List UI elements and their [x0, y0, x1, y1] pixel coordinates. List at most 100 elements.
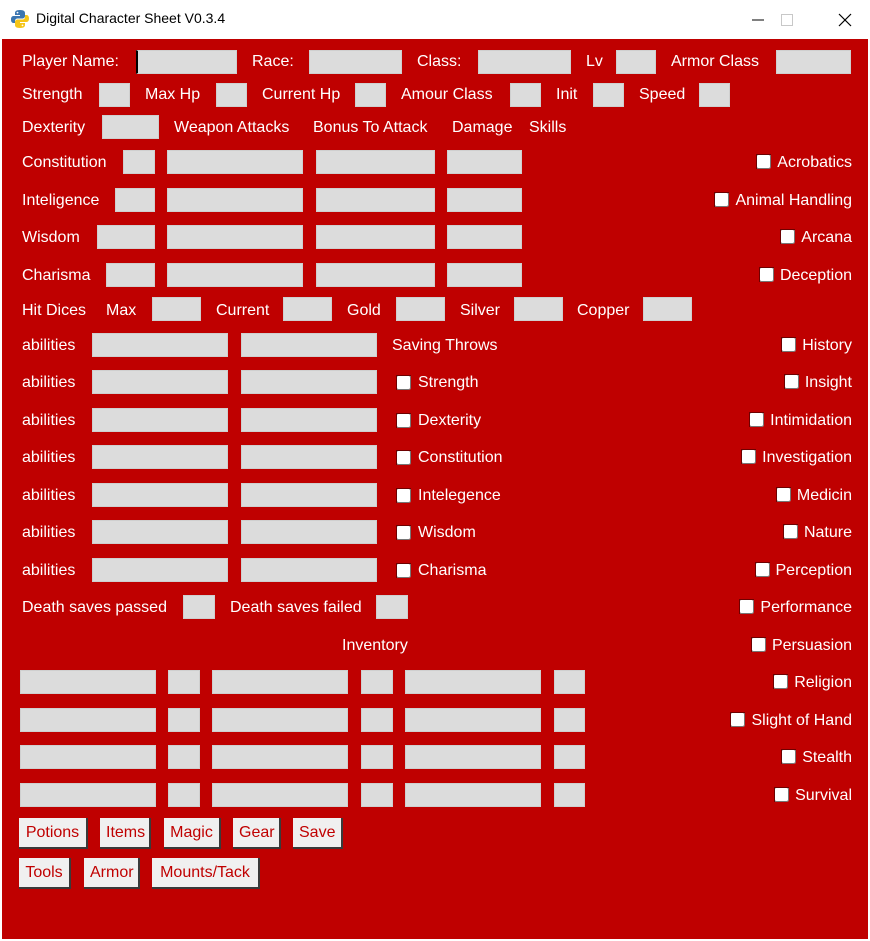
- skill-checkbox[interactable]: [782, 524, 798, 539]
- inventory-item-input[interactable]: [20, 783, 156, 807]
- damage-input[interactable]: [447, 188, 522, 212]
- inventory-qty-input[interactable]: [361, 708, 393, 732]
- damage-input[interactable]: [447, 150, 522, 174]
- ability-input[interactable]: [241, 370, 377, 394]
- max-hp-input[interactable]: [216, 83, 247, 107]
- inventory-qty-input[interactable]: [361, 745, 393, 769]
- current-hp-input[interactable]: [355, 83, 386, 107]
- ability-input[interactable]: [92, 445, 228, 469]
- ability-input[interactable]: [92, 408, 228, 432]
- weapon-attack-input[interactable]: [167, 150, 303, 174]
- close-button[interactable]: [816, 0, 870, 39]
- death-saves-failed-input[interactable]: [376, 595, 408, 619]
- inventory-item-input[interactable]: [212, 745, 348, 769]
- inventory-qty-input[interactable]: [554, 783, 585, 807]
- ability-input[interactable]: [92, 520, 228, 544]
- skill-checkbox[interactable]: [774, 787, 790, 802]
- skill-checkbox[interactable]: [783, 374, 799, 389]
- hit-dice-max-input[interactable]: [152, 297, 201, 321]
- inventory-item-input[interactable]: [405, 670, 541, 694]
- saving-throw-checkbox[interactable]: [396, 413, 411, 428]
- tools-button[interactable]: Tools: [19, 858, 71, 889]
- attribute-input[interactable]: [115, 188, 155, 212]
- skill-checkbox[interactable]: [730, 712, 746, 727]
- race-input[interactable]: [309, 50, 402, 74]
- inventory-item-input[interactable]: [212, 670, 348, 694]
- inventory-item-input[interactable]: [20, 708, 156, 732]
- skill-checkbox[interactable]: [754, 562, 770, 577]
- damage-input[interactable]: [447, 263, 522, 287]
- attribute-input[interactable]: [123, 150, 155, 174]
- skill-checkbox[interactable]: [780, 229, 796, 244]
- bonus-to-attack-input[interactable]: [316, 263, 435, 287]
- level-input[interactable]: [616, 50, 656, 74]
- class-input[interactable]: [478, 50, 571, 74]
- weapon-attack-input[interactable]: [167, 263, 303, 287]
- inventory-item-input[interactable]: [405, 708, 541, 732]
- bonus-to-attack-input[interactable]: [316, 150, 435, 174]
- hit-dice-current-input[interactable]: [283, 297, 332, 321]
- amour-class-input[interactable]: [510, 83, 541, 107]
- skill-checkbox[interactable]: [739, 599, 755, 614]
- ability-input[interactable]: [241, 520, 377, 544]
- maximize-button[interactable]: [758, 0, 816, 39]
- inventory-qty-input[interactable]: [168, 708, 200, 732]
- ability-input[interactable]: [241, 483, 377, 507]
- gold-input[interactable]: [396, 297, 445, 321]
- attribute-input[interactable]: [106, 263, 155, 287]
- mounts-tack-button[interactable]: Mounts/Tack: [152, 858, 260, 889]
- inventory-qty-input[interactable]: [361, 670, 393, 694]
- player-name-input[interactable]: [136, 50, 237, 74]
- saving-throw-checkbox[interactable]: [396, 450, 411, 465]
- armor-class-input[interactable]: [776, 50, 851, 74]
- inventory-item-input[interactable]: [20, 745, 156, 769]
- inventory-qty-input[interactable]: [361, 783, 393, 807]
- skill-checkbox[interactable]: [756, 154, 772, 169]
- attribute-input[interactable]: [97, 225, 155, 249]
- ability-input[interactable]: [92, 333, 228, 357]
- copper-input[interactable]: [643, 297, 692, 321]
- ability-input[interactable]: [241, 333, 377, 357]
- ability-input[interactable]: [92, 370, 228, 394]
- inventory-item-input[interactable]: [20, 670, 156, 694]
- magic-button[interactable]: Magic: [164, 818, 221, 849]
- skill-checkbox[interactable]: [749, 412, 765, 427]
- skill-checkbox[interactable]: [781, 337, 797, 352]
- bonus-to-attack-input[interactable]: [316, 188, 435, 212]
- saving-throw-checkbox[interactable]: [396, 375, 411, 390]
- saving-throw-checkbox[interactable]: [396, 563, 411, 578]
- save-button[interactable]: Save: [293, 818, 343, 849]
- inventory-qty-input[interactable]: [168, 670, 200, 694]
- inventory-qty-input[interactable]: [554, 708, 585, 732]
- bonus-to-attack-input[interactable]: [316, 225, 435, 249]
- skill-checkbox[interactable]: [775, 487, 791, 502]
- inventory-item-input[interactable]: [212, 708, 348, 732]
- skill-checkbox[interactable]: [773, 674, 789, 689]
- ability-input[interactable]: [241, 445, 377, 469]
- skill-checkbox[interactable]: [781, 749, 797, 764]
- inventory-item-input[interactable]: [405, 745, 541, 769]
- items-button[interactable]: Items: [100, 818, 151, 849]
- dexterity-input[interactable]: [102, 115, 159, 139]
- weapon-attack-input[interactable]: [167, 188, 303, 212]
- weapon-attack-input[interactable]: [167, 225, 303, 249]
- silver-input[interactable]: [514, 297, 563, 321]
- potions-button[interactable]: Potions: [19, 818, 88, 849]
- inventory-qty-input[interactable]: [168, 783, 200, 807]
- skill-checkbox[interactable]: [741, 449, 757, 464]
- saving-throw-checkbox[interactable]: [396, 525, 411, 540]
- skill-checkbox[interactable]: [750, 637, 766, 652]
- death-saves-passed-input[interactable]: [183, 595, 215, 619]
- armor-button[interactable]: Armor: [84, 858, 140, 889]
- saving-throw-checkbox[interactable]: [396, 488, 411, 503]
- init-input[interactable]: [593, 83, 624, 107]
- gear-button[interactable]: Gear: [233, 818, 281, 849]
- damage-input[interactable]: [447, 225, 522, 249]
- ability-input[interactable]: [92, 558, 228, 582]
- speed-input[interactable]: [699, 83, 730, 107]
- strength-input[interactable]: [99, 83, 130, 107]
- inventory-qty-input[interactable]: [168, 745, 200, 769]
- skill-checkbox[interactable]: [714, 192, 730, 207]
- skill-checkbox[interactable]: [758, 267, 774, 282]
- inventory-qty-input[interactable]: [554, 670, 585, 694]
